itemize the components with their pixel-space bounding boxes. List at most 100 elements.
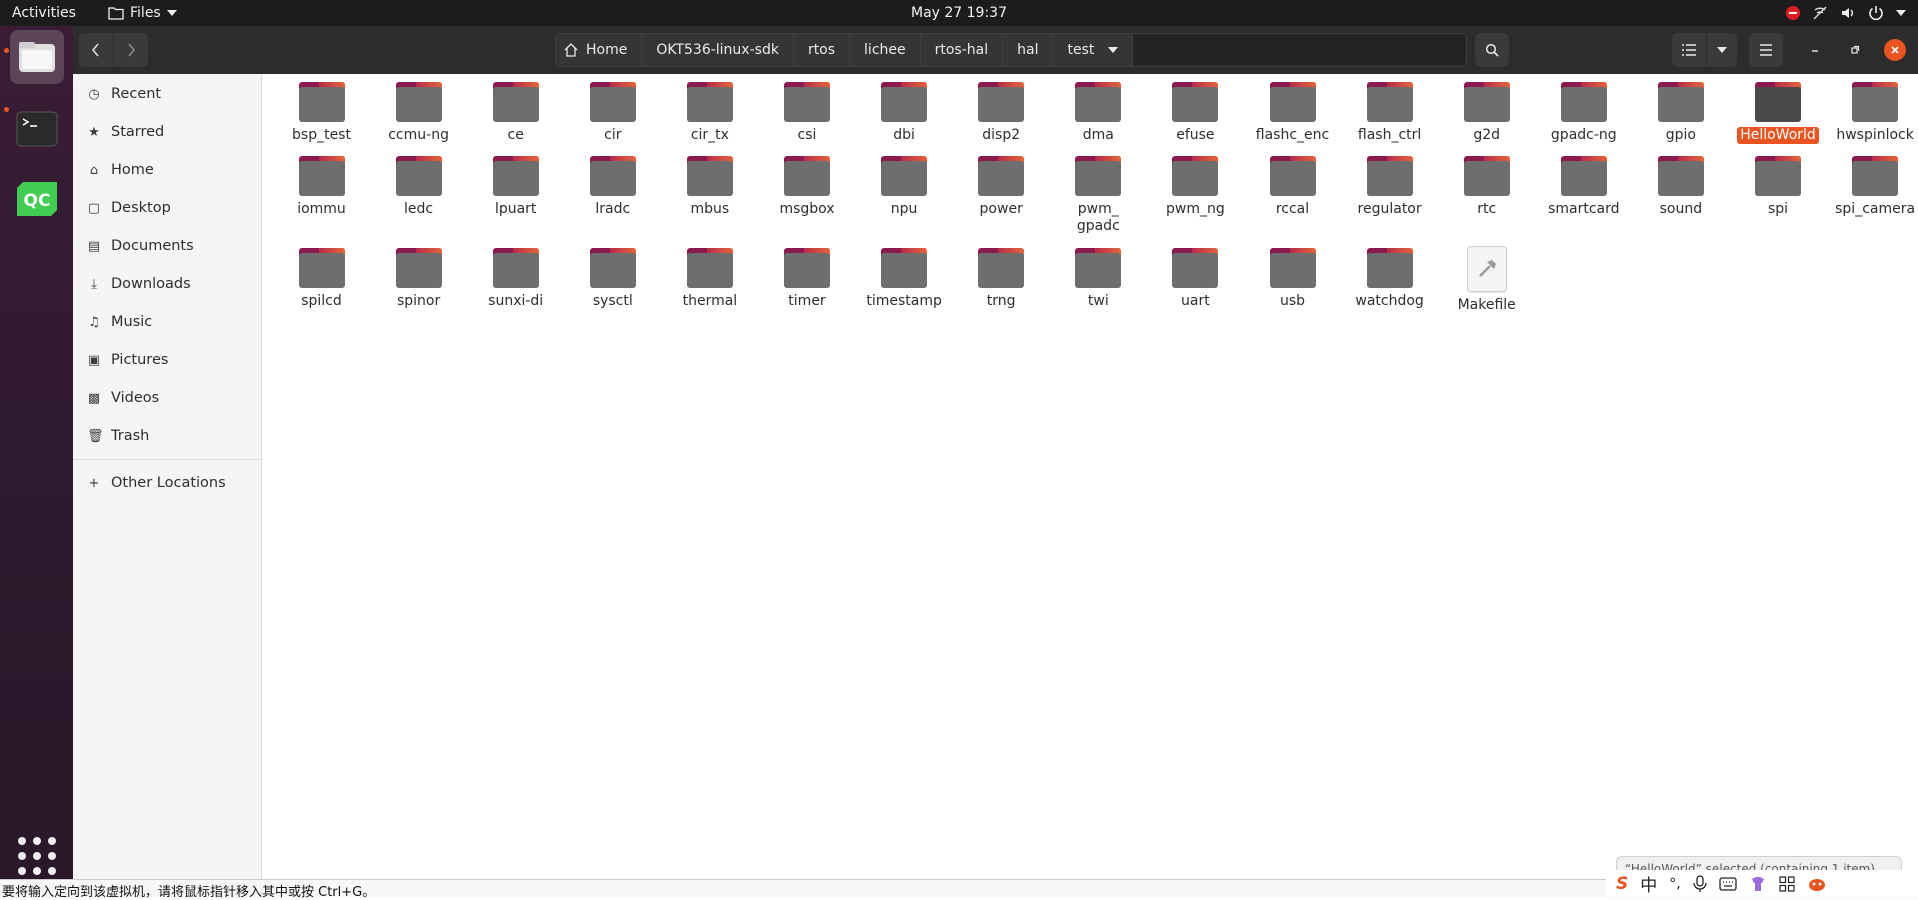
folder-item[interactable]: sunxi-di: [468, 240, 564, 310]
file-grid[interactable]: bsp_test ccmu-ng ce cir cir_tx csi dbi disp2 dma…: [262, 74, 1918, 879]
back-button[interactable]: [79, 33, 113, 67]
tray-menu-arrow-icon[interactable]: [1896, 10, 1906, 16]
folder-item[interactable]: spi_camera: [1827, 148, 1918, 218]
folder-item[interactable]: smartcard: [1536, 148, 1632, 218]
system-tray[interactable]: [1786, 0, 1906, 26]
minimize-button[interactable]: [1804, 39, 1826, 61]
breadcrumb-home[interactable]: Home: [556, 34, 643, 66]
do-not-disturb-icon[interactable]: [1786, 6, 1800, 20]
folder-item[interactable]: spilcd: [274, 240, 370, 310]
file-item[interactable]: Makefile: [1439, 240, 1535, 314]
sidebar-item-downloads[interactable]: ⤓ Downloads: [73, 266, 261, 302]
keyboard-icon[interactable]: [1719, 876, 1737, 891]
search-button[interactable]: [1475, 33, 1509, 67]
ime-mode-toggle[interactable]: 中: [1640, 871, 1657, 896]
folder-item[interactable]: HelloWorld: [1730, 74, 1826, 144]
network-icon[interactable]: [1812, 5, 1828, 21]
breadcrumb-item[interactable]: rtos-hal: [920, 34, 1004, 66]
folder-item[interactable]: cir_tx: [662, 74, 758, 144]
folder-item[interactable]: efuse: [1147, 74, 1243, 144]
folder-item[interactable]: ccmu-ng: [371, 74, 467, 144]
folder-item[interactable]: bsp_test: [274, 74, 370, 144]
folder-item[interactable]: watchdog: [1342, 240, 1438, 310]
clock[interactable]: May 27 19:37: [911, 5, 1007, 21]
folder-item[interactable]: rtc: [1439, 148, 1535, 218]
folder-item[interactable]: pwm_ gpadc: [1050, 148, 1146, 235]
folder-item[interactable]: g2d: [1439, 74, 1535, 144]
list-view-button[interactable]: [1672, 33, 1706, 67]
folder-item[interactable]: cir: [565, 74, 661, 144]
folder-item[interactable]: spinor: [371, 240, 467, 310]
sidebar-item-pictures[interactable]: ▣ Pictures: [73, 342, 261, 378]
folder-item[interactable]: dma: [1050, 74, 1146, 144]
dock-terminal-app[interactable]: [10, 102, 64, 156]
folder-item[interactable]: sysctl: [565, 240, 661, 310]
sidebar-item-home[interactable]: ⌂ Home: [73, 152, 261, 188]
folder-item[interactable]: flashc_enc: [1245, 74, 1341, 144]
breadcrumb-label: hal: [1017, 42, 1039, 58]
dock-files-app[interactable]: [10, 30, 64, 84]
folder-item[interactable]: timer: [759, 240, 855, 310]
folder-item[interactable]: thermal: [662, 240, 758, 310]
folder-item[interactable]: ledc: [371, 148, 467, 218]
breadcrumb-current[interactable]: test: [1053, 34, 1134, 66]
breadcrumb-item[interactable]: OKT536-linux-sdk: [642, 34, 794, 66]
sidebar-item-videos[interactable]: ▩ Videos: [73, 380, 261, 416]
volume-icon[interactable]: [1840, 5, 1856, 21]
main-menu-button[interactable]: [1749, 33, 1783, 67]
breadcrumb-item[interactable]: lichee: [850, 34, 921, 66]
sidebar-item-music[interactable]: ♫ Music: [73, 304, 261, 340]
folder-item[interactable]: npu: [856, 148, 952, 218]
folder-item[interactable]: msgbox: [759, 148, 855, 218]
sidebar-item-starred[interactable]: ★ Starred: [73, 114, 261, 150]
input-method-toolbar[interactable]: S 中 °,: [1606, 870, 1918, 897]
folder-item[interactable]: sound: [1633, 148, 1729, 218]
folder-item[interactable]: uart: [1147, 240, 1243, 310]
dock-qtcreator-app[interactable]: QC: [10, 172, 64, 226]
power-icon[interactable]: [1868, 5, 1884, 21]
file-name-label: timer: [788, 293, 826, 309]
breadcrumb-item[interactable]: hal: [1003, 34, 1054, 66]
forward-button[interactable]: [114, 33, 148, 67]
sidebar-item-documents[interactable]: ▤ Documents: [73, 228, 261, 264]
home-icon: ⌂: [89, 162, 99, 178]
show-apps-button[interactable]: [18, 837, 56, 875]
folder-item[interactable]: timestamp: [856, 240, 952, 310]
sogou-logo-icon[interactable]: S: [1616, 874, 1628, 894]
folder-item[interactable]: csi: [759, 74, 855, 144]
microphone-icon[interactable]: [1693, 874, 1707, 893]
folder-item[interactable]: lpuart: [468, 148, 564, 218]
mascot-icon[interactable]: [1807, 876, 1827, 892]
ime-punctuation-toggle[interactable]: °,: [1669, 876, 1680, 892]
folder-item[interactable]: gpio: [1633, 74, 1729, 144]
sidebar-item-recent[interactable]: ◷ Recent: [73, 76, 261, 112]
close-button[interactable]: [1884, 39, 1906, 61]
toolbox-grid-icon[interactable]: [1779, 875, 1795, 892]
folder-item[interactable]: flash_ctrl: [1342, 74, 1438, 144]
folder-item[interactable]: trng: [953, 240, 1049, 310]
view-options-button[interactable]: [1707, 33, 1737, 67]
folder-item[interactable]: disp2: [953, 74, 1049, 144]
folder-item[interactable]: twi: [1050, 240, 1146, 310]
folder-item[interactable]: rccal: [1245, 148, 1341, 218]
skin-icon[interactable]: [1749, 876, 1767, 892]
sidebar-item-trash[interactable]: 🗑 Trash: [73, 418, 261, 454]
folder-item[interactable]: dbi: [856, 74, 952, 144]
folder-item[interactable]: spi: [1730, 148, 1826, 218]
activities-button[interactable]: Activities: [12, 0, 76, 26]
breadcrumb-item[interactable]: rtos: [793, 34, 851, 66]
folder-item[interactable]: lradc: [565, 148, 661, 218]
folder-item[interactable]: usb: [1245, 240, 1341, 310]
app-menu-button[interactable]: Files: [108, 0, 177, 26]
sidebar-item-other-locations[interactable]: + Other Locations: [73, 465, 261, 501]
folder-item[interactable]: power: [953, 148, 1049, 218]
folder-item[interactable]: regulator: [1342, 148, 1438, 218]
folder-item[interactable]: mbus: [662, 148, 758, 218]
folder-item[interactable]: gpadc-ng: [1536, 74, 1632, 144]
folder-item[interactable]: iommu: [274, 148, 370, 218]
folder-item[interactable]: ce: [468, 74, 564, 144]
folder-item[interactable]: hwspinlock: [1827, 74, 1918, 144]
folder-item[interactable]: pwm_ng: [1147, 148, 1243, 218]
maximize-button[interactable]: [1844, 39, 1866, 61]
sidebar-item-desktop[interactable]: ▢ Desktop: [73, 190, 261, 226]
